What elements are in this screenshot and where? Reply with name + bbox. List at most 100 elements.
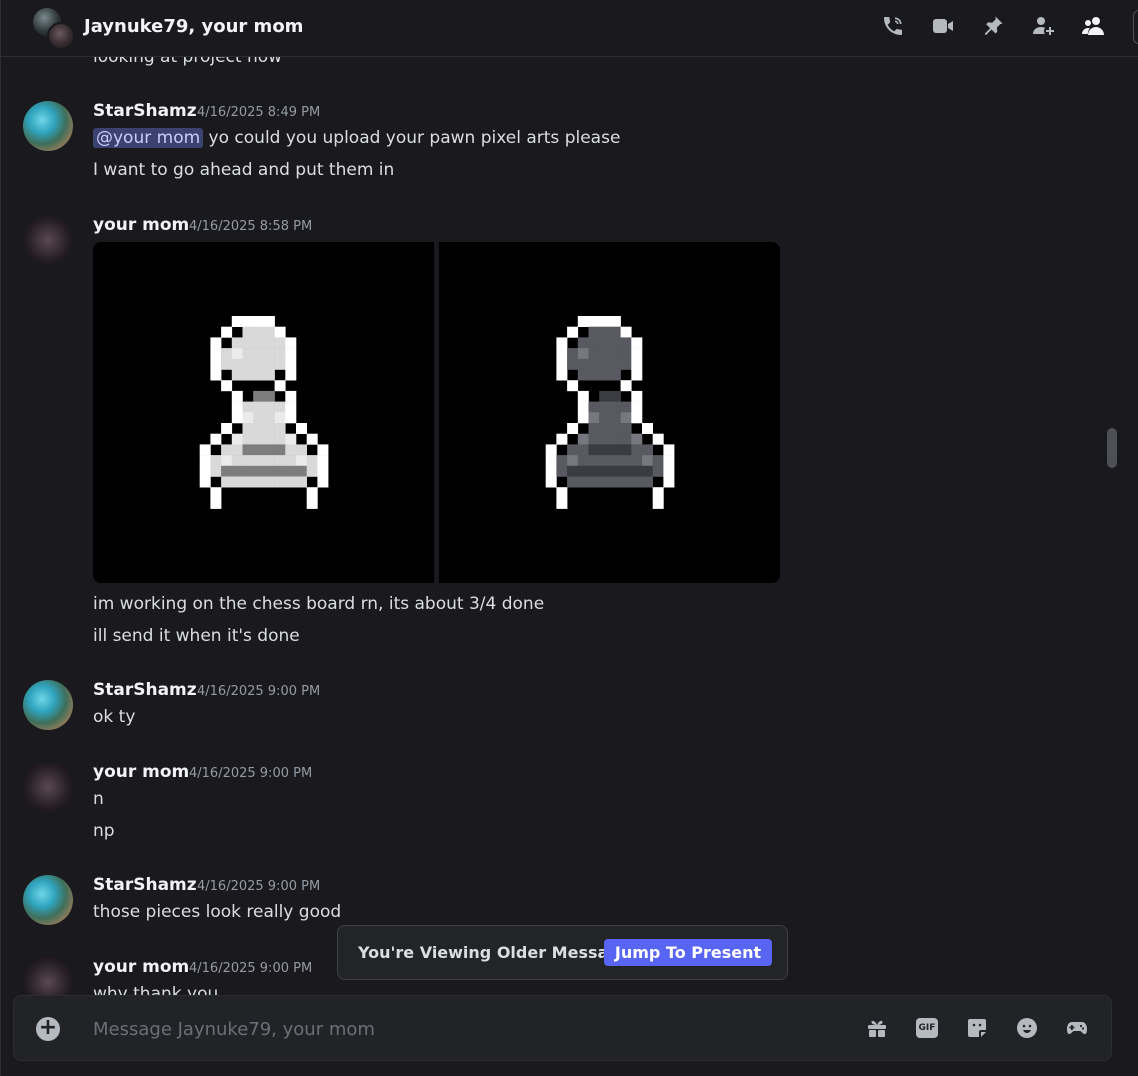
pawn-pixel — [609, 476, 621, 488]
pawn-pixel — [210, 348, 222, 360]
pawn-pixel — [609, 423, 621, 434]
gift-icon[interactable] — [865, 1016, 889, 1040]
pawn-pixel — [285, 358, 297, 370]
pawn-pixel — [285, 348, 297, 360]
pawn-pixel — [599, 358, 611, 370]
pawn-pixel — [242, 423, 254, 434]
channel-header: Jaynuke79, your mom — [1, 0, 1138, 57]
pawn-pixel — [631, 337, 643, 349]
pawn-pixel — [231, 358, 243, 370]
pawn-pixel — [620, 444, 632, 456]
message-text-rest: yo could you upload your pawn pixel arts… — [203, 128, 621, 148]
pawn-pixel — [199, 444, 211, 456]
pawn-pixel — [588, 444, 600, 456]
pawn-pixel — [317, 444, 329, 456]
pawn-pixel — [285, 390, 297, 402]
pawn-pixel — [285, 337, 297, 349]
pawn-pixel — [253, 465, 265, 477]
pawn-pixel — [199, 465, 211, 477]
group-dm-avatar[interactable] — [33, 8, 75, 50]
pawn-pixel — [609, 465, 621, 477]
pawn-pixel — [631, 465, 643, 477]
video-call-icon[interactable] — [931, 12, 955, 40]
avatar[interactable] — [23, 762, 73, 812]
upload-plus-icon[interactable]: + — [36, 1017, 60, 1041]
pawn-pixel — [231, 412, 243, 424]
message-author[interactable]: StarShamz — [93, 101, 197, 121]
pawn-pixel — [274, 433, 286, 445]
pawn-pixel — [567, 444, 579, 456]
pawn-pixel — [253, 423, 265, 434]
pawn-pixel — [545, 465, 557, 477]
members-list-icon[interactable] — [1081, 12, 1105, 40]
pinned-messages-icon[interactable] — [981, 12, 1005, 40]
message-author[interactable]: StarShamz — [93, 875, 197, 895]
search-bar-edge[interactable] — [1133, 10, 1138, 44]
pawn-pixel — [609, 412, 621, 424]
pawn-pixel — [663, 465, 675, 477]
pawn-pixel — [210, 358, 222, 370]
pawn-pixel — [263, 348, 275, 360]
dm-title[interactable]: Jaynuke79, your mom — [84, 16, 303, 37]
pawn-pixel — [274, 348, 286, 360]
pawn-pixel — [577, 476, 589, 488]
scrollbar-thumb[interactable] — [1107, 428, 1117, 468]
pawn-pixel — [253, 326, 265, 338]
pawn-pixel — [253, 433, 265, 445]
pawn-pixel — [609, 337, 621, 349]
pawn-pixel — [306, 455, 318, 467]
pawn-pixel — [556, 433, 568, 445]
image-attachment-black-pawn[interactable] — [439, 242, 780, 583]
message-input[interactable] — [93, 1014, 793, 1044]
message-author[interactable]: your mom — [93, 215, 189, 235]
message-author[interactable]: your mom — [93, 957, 189, 977]
scrollbar-track[interactable] — [1105, 57, 1119, 997]
pawn-pixel — [263, 444, 275, 456]
sticker-icon[interactable] — [965, 1016, 989, 1040]
pawn-pixel — [253, 337, 265, 349]
pawn-pixel — [588, 476, 600, 488]
message-text: looking at project now — [93, 57, 283, 67]
pawn-pixel — [620, 455, 632, 467]
avatar[interactable] — [23, 680, 73, 730]
avatar[interactable] — [23, 957, 73, 997]
pawn-pixel — [263, 423, 275, 434]
pawn-pixel — [556, 487, 568, 499]
voice-call-icon[interactable] — [881, 12, 905, 40]
pawn-pixel — [210, 465, 222, 477]
activities-icon[interactable] — [1065, 1016, 1089, 1040]
pawn-pixel — [599, 316, 611, 327]
pawn-pixel — [242, 433, 254, 445]
pawn-pixel — [210, 433, 222, 445]
pawn-pixel — [652, 433, 664, 445]
pawn-pixel — [620, 465, 632, 477]
add-friends-to-dm-icon[interactable] — [1031, 12, 1055, 40]
pawn-pixel — [242, 369, 254, 381]
avatar[interactable] — [23, 215, 73, 265]
emoji-icon[interactable] — [1015, 1016, 1039, 1040]
message-text: ill send it when it's done — [93, 626, 300, 646]
user-mention[interactable]: @your mom — [93, 128, 204, 148]
message-timestamp: 4/16/2025 9:00 PM — [189, 961, 313, 976]
message-author[interactable]: StarShamz — [93, 680, 197, 700]
jump-to-present-button[interactable]: Jump To Present — [604, 939, 772, 966]
pawn-pixel — [567, 455, 579, 467]
pawn-pixel — [210, 487, 222, 499]
pawn-pixel — [317, 455, 329, 467]
pawn-pixel — [242, 358, 254, 370]
pawn-pixel — [306, 433, 318, 445]
message-author[interactable]: your mom — [93, 762, 189, 782]
message-timestamp: 4/16/2025 9:00 PM — [189, 766, 313, 781]
pawn-pixel — [588, 433, 600, 445]
pawn-pixel — [631, 444, 643, 456]
image-attachment-white-pawn[interactable] — [93, 242, 434, 583]
white-pawn-image — [199, 316, 329, 509]
pawn-pixel — [210, 497, 222, 509]
pawn-pixel — [296, 423, 307, 434]
gif-icon[interactable]: GIF — [915, 1016, 939, 1040]
avatar[interactable] — [23, 101, 73, 151]
avatar[interactable] — [23, 875, 73, 925]
pawn-pixel — [199, 476, 211, 488]
pawn-pixel — [609, 455, 621, 467]
pawn-pixel — [242, 326, 254, 338]
